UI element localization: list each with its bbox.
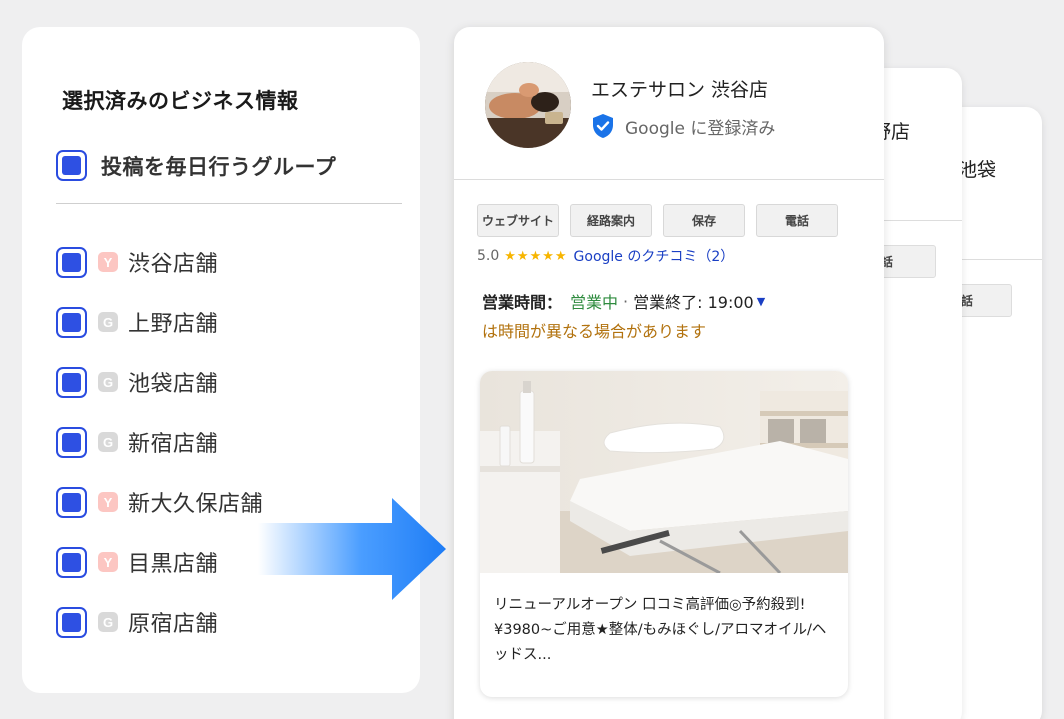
hours-row[interactable]: 営業時間： 営業中 · 営業終了: 19:00 ▼ bbox=[482, 289, 765, 313]
directions-button[interactable]: 経路案内 bbox=[570, 204, 652, 237]
store-label: 目黒店舗 bbox=[128, 552, 219, 577]
hours-note: は時間が異なる場合があります bbox=[482, 322, 707, 341]
yahoo-badge-icon: Y bbox=[98, 552, 118, 572]
store-item-meguro[interactable]: Y 目黒店舗 bbox=[56, 532, 263, 592]
store-checkbox[interactable] bbox=[56, 606, 87, 638]
store-item-harajuku[interactable]: G 原宿店舗 bbox=[56, 592, 263, 652]
business-name: エステサロン 渋谷店 bbox=[591, 79, 769, 101]
separator: · bbox=[623, 291, 629, 311]
business-avatar bbox=[485, 62, 571, 148]
open-status: 営業中 bbox=[570, 293, 619, 312]
post-card[interactable]: リニューアルオープン 口コミ高評価◎予約殺到!¥3980~ご用意★整体/もみほぐ… bbox=[480, 371, 848, 697]
store-item-shinjuku[interactable]: G 新宿店舗 bbox=[56, 412, 263, 472]
closing-time: 営業終了: 19:00 bbox=[633, 293, 754, 312]
yahoo-badge-icon: Y bbox=[98, 252, 118, 272]
google-badge-icon: G bbox=[98, 372, 118, 392]
post-text: リニューアルオープン 口コミ高評価◎予約殺到!¥3980~ご用意★整体/もみほぐ… bbox=[494, 597, 827, 663]
rating-value: 5.0 bbox=[477, 248, 500, 264]
star-rating-icon: ★★★★★ bbox=[504, 248, 568, 264]
reviews-link[interactable]: Google のクチコミ（2） bbox=[574, 246, 735, 266]
post-image bbox=[480, 371, 848, 573]
divider bbox=[454, 179, 884, 180]
arrow-right-icon bbox=[258, 498, 446, 600]
store-label: 新宿店舗 bbox=[128, 432, 219, 457]
save-button[interactable]: 保存 bbox=[663, 204, 745, 237]
store-list: Y 渋谷店舗 G 上野店舗 G 池袋店舗 G 新宿店舗 Y 新大久保店舗 Y 目… bbox=[56, 232, 263, 652]
rating-row: 5.0 ★★★★★ Google のクチコミ（2） bbox=[477, 246, 734, 266]
store-label: 池袋店舗 bbox=[128, 372, 219, 397]
call-button[interactable]: 電話 bbox=[756, 204, 838, 237]
panel-title: 選択済みのビジネス情報 bbox=[62, 89, 299, 113]
store-checkbox[interactable] bbox=[56, 246, 87, 278]
store-item-ikebukuro[interactable]: G 池袋店舗 bbox=[56, 352, 263, 412]
card-title-fragment: 池袋 bbox=[958, 159, 997, 181]
divider bbox=[56, 203, 402, 204]
caret-down-icon[interactable]: ▼ bbox=[757, 295, 765, 308]
store-label: 新大久保店舗 bbox=[128, 492, 264, 517]
store-item-shin-okubo[interactable]: Y 新大久保店舗 bbox=[56, 472, 263, 532]
verified-shield-icon bbox=[593, 114, 613, 138]
store-label: 上野店舗 bbox=[128, 312, 219, 337]
store-checkbox[interactable] bbox=[56, 366, 87, 398]
business-card: エステサロン 渋谷店 Google に登録済み ウェブサイト 経路案内 保存 電… bbox=[454, 27, 884, 719]
hours-label: 営業時間： bbox=[482, 293, 563, 312]
verified-label: Google に登録済み bbox=[625, 118, 776, 139]
store-item-ueno[interactable]: G 上野店舗 bbox=[56, 292, 263, 352]
store-label: 原宿店舗 bbox=[128, 612, 219, 637]
group-row[interactable]: 投稿を毎日行うグループ bbox=[56, 150, 336, 181]
verified-row: Google に登録済み bbox=[591, 113, 775, 139]
group-label: 投稿を毎日行うグループ bbox=[101, 154, 337, 179]
store-checkbox[interactable] bbox=[56, 546, 87, 578]
store-item-shibuya[interactable]: Y 渋谷店舗 bbox=[56, 232, 263, 292]
store-checkbox[interactable] bbox=[56, 486, 87, 518]
action-buttons: ウェブサイト 経路案内 保存 電話 bbox=[477, 204, 849, 237]
group-checkbox[interactable] bbox=[56, 150, 87, 181]
google-badge-icon: G bbox=[98, 612, 118, 632]
store-checkbox[interactable] bbox=[56, 426, 87, 458]
google-badge-icon: G bbox=[98, 432, 118, 452]
store-label: 渋谷店舗 bbox=[128, 252, 219, 277]
store-checkbox[interactable] bbox=[56, 306, 87, 338]
website-button[interactable]: ウェブサイト bbox=[477, 204, 559, 237]
yahoo-badge-icon: Y bbox=[98, 492, 118, 512]
massage-photo-icon bbox=[485, 62, 571, 148]
google-badge-icon: G bbox=[98, 312, 118, 332]
